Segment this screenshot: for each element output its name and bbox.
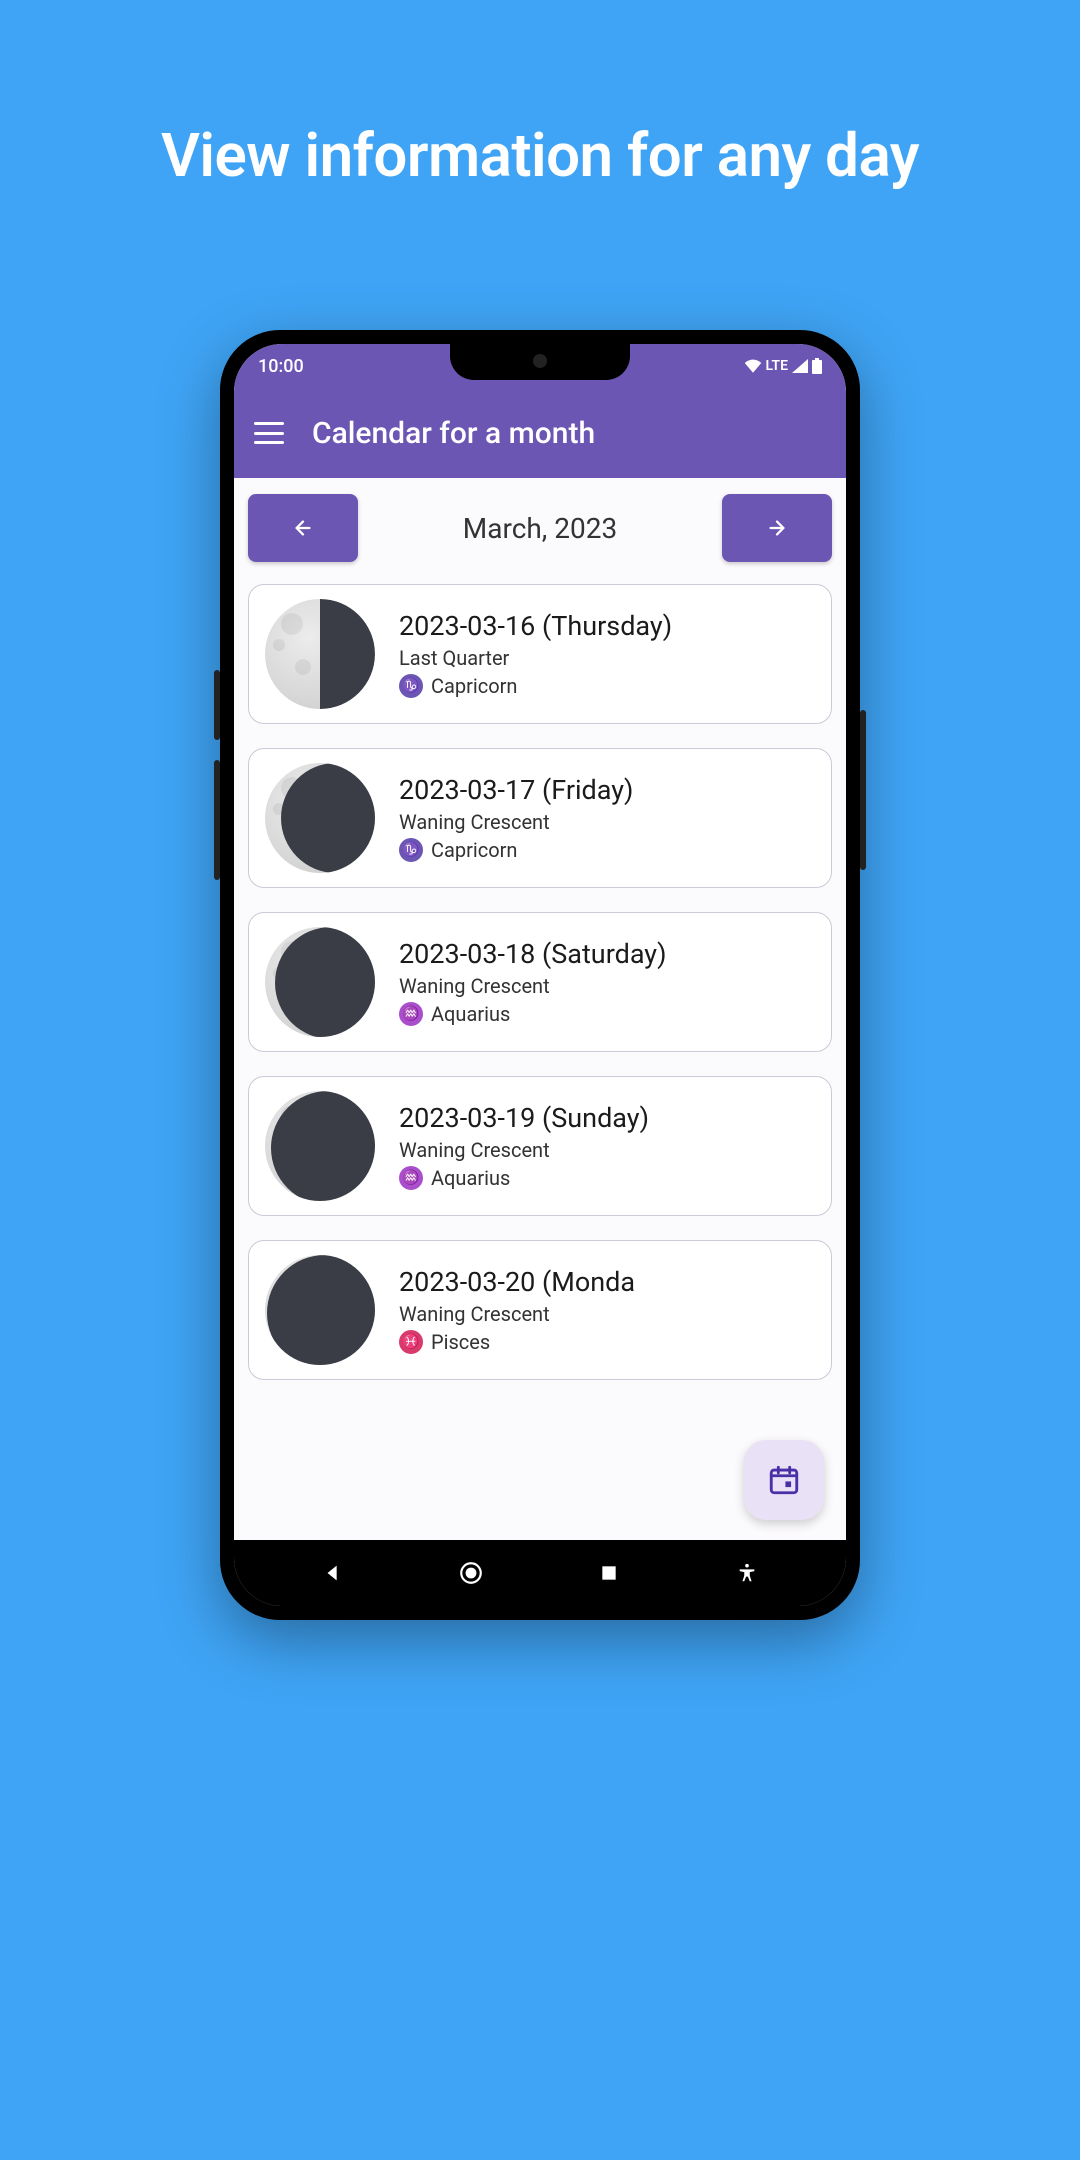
zodiac-name: Capricorn xyxy=(431,838,517,862)
day-card[interactable]: 2023-03-16 (Thursday) Last Quarter ♑ Capric… xyxy=(248,584,832,724)
zodiac-icon: ♑ xyxy=(399,674,423,698)
day-zodiac: ♑ Capricorn xyxy=(399,838,633,862)
zodiac-name: Capricorn xyxy=(431,674,517,698)
moon-phase-icon xyxy=(265,763,375,873)
month-label: March, 2023 xyxy=(463,512,617,545)
app-bar: Calendar for a month xyxy=(234,388,846,478)
day-date: 2023-03-19 (Sunday) xyxy=(399,1102,649,1134)
day-info: 2023-03-20 (Monda Waning Crescent ♓ Pisces xyxy=(399,1266,635,1354)
zodiac-icon: ♓ xyxy=(399,1330,423,1354)
day-phase: Waning Crescent xyxy=(399,1302,635,1326)
status-time: 10:00 xyxy=(258,356,304,377)
day-card[interactable]: 2023-03-17 (Friday) Waning Crescent ♑ Capri… xyxy=(248,748,832,888)
system-nav-bar xyxy=(234,1540,846,1606)
zodiac-name: Aquarius xyxy=(431,1002,510,1026)
next-month-button[interactable] xyxy=(722,494,832,562)
day-card[interactable]: 2023-03-18 (Saturday) Waning Crescent ♒ Aqu… xyxy=(248,912,832,1052)
zodiac-icon: ♑ xyxy=(399,838,423,862)
app-bar-title: Calendar for a month xyxy=(312,416,595,451)
days-list: 2023-03-16 (Thursday) Last Quarter ♑ Capric… xyxy=(248,584,832,1380)
cell-signal-icon xyxy=(792,359,808,373)
day-date: 2023-03-20 (Monda xyxy=(399,1266,635,1298)
moon-phase-icon xyxy=(265,1255,375,1365)
day-phase: Last Quarter xyxy=(399,646,672,670)
zodiac-name: Pisces xyxy=(431,1330,490,1354)
day-zodiac: ♒ Aquarius xyxy=(399,1002,666,1026)
month-navigator: March, 2023 xyxy=(248,494,832,562)
system-back-button[interactable] xyxy=(308,1562,358,1584)
zodiac-icon: ♒ xyxy=(399,1166,423,1190)
hero-headline: View information for any day xyxy=(0,0,1080,191)
zodiac-name: Aquarius xyxy=(431,1166,510,1190)
calendar-fab-button[interactable] xyxy=(744,1440,824,1520)
phone-notch xyxy=(450,344,630,380)
day-phase: Waning Crescent xyxy=(399,974,666,998)
prev-month-button[interactable] xyxy=(248,494,358,562)
system-home-button[interactable] xyxy=(446,1560,496,1586)
day-info: 2023-03-17 (Friday) Waning Crescent ♑ Capri… xyxy=(399,774,633,862)
zodiac-icon: ♒ xyxy=(399,1002,423,1026)
moon-phase-icon xyxy=(265,1091,375,1201)
day-card[interactable]: 2023-03-20 (Monda Waning Crescent ♓ Pisces xyxy=(248,1240,832,1380)
day-phase: Waning Crescent xyxy=(399,810,633,834)
day-card[interactable]: 2023-03-19 (Sunday) Waning Crescent ♒ Aquar… xyxy=(248,1076,832,1216)
day-info: 2023-03-19 (Sunday) Waning Crescent ♒ Aquar… xyxy=(399,1102,649,1190)
phone-frame: 10:00 LTE Calendar for a month xyxy=(220,330,860,1620)
network-label: LTE xyxy=(766,358,788,374)
day-date: 2023-03-18 (Saturday) xyxy=(399,938,666,970)
hamburger-menu-icon[interactable] xyxy=(254,422,284,444)
wifi-icon xyxy=(744,359,762,373)
system-recents-button[interactable] xyxy=(584,1563,634,1583)
battery-icon xyxy=(812,358,822,374)
day-info: 2023-03-18 (Saturday) Waning Crescent ♒ Aqu… xyxy=(399,938,666,1026)
moon-phase-icon xyxy=(265,927,375,1037)
content-area: March, 2023 2023-03-16 (Thursday) Last Qu… xyxy=(234,478,846,1540)
day-info: 2023-03-16 (Thursday) Last Quarter ♑ Capric… xyxy=(399,610,672,698)
phone-screen: 10:00 LTE Calendar for a month xyxy=(234,344,846,1606)
day-date: 2023-03-16 (Thursday) xyxy=(399,610,672,642)
system-accessibility-button[interactable] xyxy=(722,1562,772,1584)
day-zodiac: ♑ Capricorn xyxy=(399,674,672,698)
day-phase: Waning Crescent xyxy=(399,1138,649,1162)
day-zodiac: ♓ Pisces xyxy=(399,1330,635,1354)
moon-phase-icon xyxy=(265,599,375,709)
day-zodiac: ♒ Aquarius xyxy=(399,1166,649,1190)
day-date: 2023-03-17 (Friday) xyxy=(399,774,633,806)
